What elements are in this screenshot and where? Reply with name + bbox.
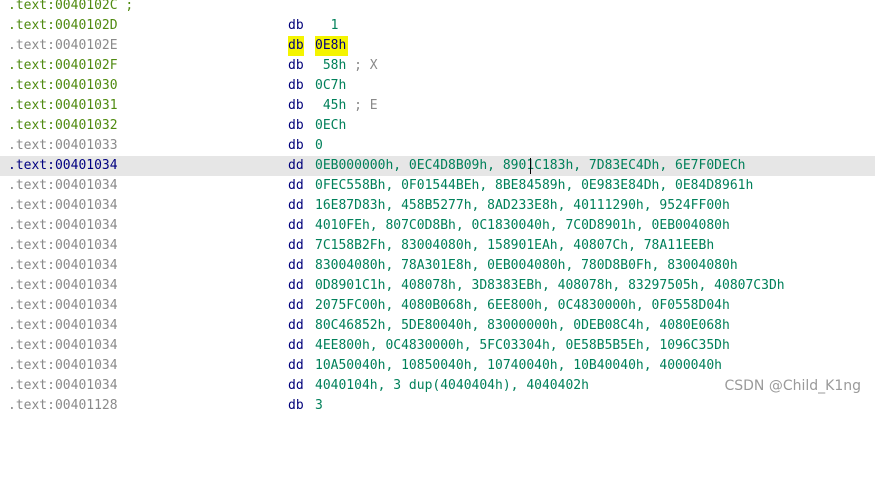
- listing-row[interactable]: .text:00401033 db 0: [0, 136, 875, 156]
- operands: 0FEC558Bh, 0F01544BEh, 8BE84589h, 0E983E…: [315, 178, 754, 193]
- listing-row[interactable]: .text:00401034 dd 0D8901C1h, 408078h, 3D…: [0, 276, 875, 296]
- operands: 58h ; X: [315, 58, 378, 73]
- address-label: .text:0040102C ;: [8, 0, 134, 13]
- listing-row[interactable]: .text:00401128 db 3: [0, 396, 875, 416]
- operands: 0: [315, 138, 323, 153]
- address-label: .text:00401034: [8, 298, 118, 313]
- address-label: .text:0040102F: [8, 58, 118, 73]
- mnemonic: dd: [288, 158, 304, 173]
- listing-row[interactable]: .text:00401030 db 0C7h: [0, 76, 875, 96]
- address-label: .text:00401034: [8, 218, 118, 233]
- operands: 3: [315, 398, 323, 413]
- mnemonic: dd: [288, 298, 304, 313]
- address-label: .text:00401032: [8, 118, 118, 133]
- address-label: .text:00401034: [8, 178, 118, 193]
- mnemonic: db: [288, 98, 304, 113]
- mnemonic: dd: [288, 258, 304, 273]
- listing-row[interactable]: .text:0040102C ;: [0, 0, 875, 16]
- address-label: .text:00401034: [8, 338, 118, 353]
- comment: ; X: [354, 58, 378, 73]
- mnemonic: dd: [288, 358, 304, 373]
- mnemonic: db: [288, 58, 304, 73]
- address-label: .text:0040102E: [8, 38, 118, 53]
- mnemonic: dd: [288, 178, 304, 193]
- listing-row[interactable]: .text:00401034 dd 10A50040h, 10850040h, …: [0, 356, 875, 376]
- address-label: .text:00401033: [8, 138, 118, 153]
- mnemonic: dd: [288, 318, 304, 333]
- listing-row[interactable]: .text:0040102D db 1: [0, 16, 875, 36]
- operands: 4EE800h, 0C4830000h, 5FC03304h, 0E58B5B5…: [315, 338, 730, 353]
- mnemonic: dd: [288, 218, 304, 233]
- address-label: .text:00401034: [8, 258, 118, 273]
- address-label: .text:00401034: [8, 358, 118, 373]
- address-label: .text:00401030: [8, 78, 118, 93]
- operands: 16E87D83h, 458B5277h, 8AD233E8h, 4011129…: [315, 198, 730, 213]
- disassembly-listing[interactable]: .text:0040102C ; .text:0040102D db 1 .te…: [0, 0, 875, 416]
- comment: ; E: [354, 98, 378, 113]
- operands: 10A50040h, 10850040h, 10740040h, 10B4004…: [315, 358, 722, 373]
- operands: 4040104h, 3 dup(4040404h), 4040402h: [315, 378, 589, 393]
- mnemonic: dd: [288, 378, 304, 393]
- address-label: .text:00401034: [8, 158, 118, 173]
- listing-row[interactable]: .text:00401034 dd 0FEC558Bh, 0F01544BEh,…: [0, 176, 875, 196]
- operands-highlighted: 0E8h: [315, 36, 349, 56]
- mnemonic: db: [288, 118, 304, 133]
- mnemonic: db: [288, 398, 304, 413]
- listing-row[interactable]: .text:00401034 dd 4EE800h, 0C4830000h, 5…: [0, 336, 875, 356]
- address-label: .text:00401034: [8, 378, 118, 393]
- listing-row[interactable]: .text:00401034 dd 7C158B2Fh, 83004080h, …: [0, 236, 875, 256]
- text-cursor: [530, 158, 531, 174]
- mnemonic: db: [288, 78, 304, 93]
- mnemonic: dd: [288, 338, 304, 353]
- mnemonic: db: [288, 18, 304, 33]
- operands: 83004080h, 78A301E8h, 0EB004080h, 780D8B…: [315, 258, 738, 273]
- operands: 2075FC00h, 4080B068h, 6EE800h, 0C4830000…: [315, 298, 730, 313]
- listing-row[interactable]: .text:0040102F db 58h ; X: [0, 56, 875, 76]
- mnemonic: db: [288, 138, 304, 153]
- listing-row[interactable]: .text:0040102E db 0E8h: [0, 36, 875, 56]
- listing-row[interactable]: .text:00401034 dd 2075FC00h, 4080B068h, …: [0, 296, 875, 316]
- listing-row[interactable]: .text:00401034 dd 83004080h, 78A301E8h, …: [0, 256, 875, 276]
- operands: 7C158B2Fh, 83004080h, 158901EAh, 40807Ch…: [315, 238, 715, 253]
- operands: 45h ; E: [315, 98, 378, 113]
- listing-row[interactable]: .text:00401034 dd 4010FEh, 807C0D8Bh, 0C…: [0, 216, 875, 236]
- operands: 0ECh: [315, 118, 347, 133]
- listing-row[interactable]: .text:00401032 db 0ECh: [0, 116, 875, 136]
- address-label: .text:00401128: [8, 398, 118, 413]
- operands: 80C46852h, 5DE80040h, 83000000h, 0DEB08C…: [315, 318, 730, 333]
- address-label: .text:00401034: [8, 198, 118, 213]
- listing-row[interactable]: .text:00401034 dd 16E87D83h, 458B5277h, …: [0, 196, 875, 216]
- mnemonic: dd: [288, 238, 304, 253]
- listing-row-current[interactable]: .text:00401034 dd 0EB000000h, 0EC4D8B09h…: [0, 156, 875, 176]
- mnemonic-highlighted: db: [288, 36, 304, 56]
- address-label: .text:00401034: [8, 318, 118, 333]
- listing-row[interactable]: .text:00401034 dd 80C46852h, 5DE80040h, …: [0, 316, 875, 336]
- operands: 4010FEh, 807C0D8Bh, 0C1830040h, 7C0D8901…: [315, 218, 730, 233]
- mnemonic: dd: [288, 278, 304, 293]
- address-label: .text:00401031: [8, 98, 118, 113]
- address-label: .text:00401034: [8, 278, 118, 293]
- address-label: .text:0040102D: [8, 18, 118, 33]
- listing-row[interactable]: .text:00401031 db 45h ; E: [0, 96, 875, 116]
- watermark: CSDN @Child_K1ng: [724, 378, 861, 394]
- operands: 0D8901C1h, 408078h, 3D8383EBh, 408078h, …: [315, 278, 785, 293]
- mnemonic: dd: [288, 198, 304, 213]
- operands: 1: [315, 18, 339, 33]
- address-label: .text:00401034: [8, 238, 118, 253]
- operands: 0C7h: [315, 78, 347, 93]
